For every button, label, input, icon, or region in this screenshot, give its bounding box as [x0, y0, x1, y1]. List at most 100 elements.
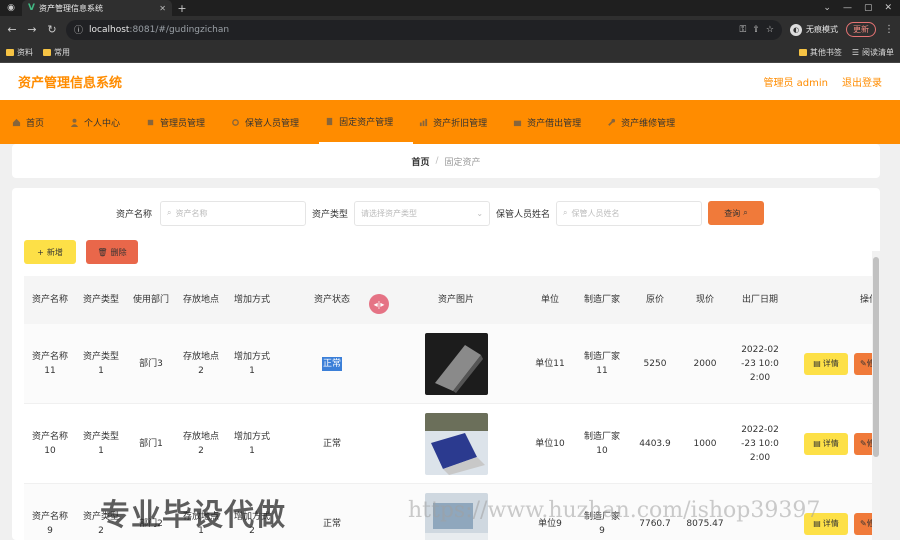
box-icon: [513, 120, 522, 126]
forward-icon[interactable]: →: [26, 23, 38, 36]
cell-place: 存放地点 2: [182, 351, 219, 376]
incognito-indicator[interactable]: ◐ 无痕模式: [790, 23, 838, 36]
add-button[interactable]: + 新增: [24, 240, 76, 264]
edit-icon: ✎: [860, 358, 867, 368]
nav-admin[interactable]: 管理员管理: [140, 100, 225, 144]
keeper-name-label: 保管人员姓名: [496, 209, 551, 220]
detail-button[interactable]: ▤ 详情: [804, 352, 848, 375]
browser-window-icon[interactable]: ◉: [0, 3, 22, 13]
page-scrollbar[interactable]: [872, 251, 880, 540]
close-tab-icon[interactable]: ✕: [159, 4, 166, 13]
row-actions: ▤ 详情 ✎ 修: [790, 432, 880, 455]
table-row[interactable]: 资产名称 11 资产类型 1 部门3 存放地点 2 增加方式 1 正常 单位11 制造厂家 1…: [24, 324, 880, 404]
nav-lending[interactable]: 资产借出管理: [507, 100, 601, 144]
maximize-icon[interactable]: ▢: [864, 3, 873, 13]
reload-icon[interactable]: ↻: [46, 23, 58, 36]
cell-maker: 制造厂家 10: [583, 431, 620, 456]
home-icon: [12, 118, 21, 126]
chevron-down-icon[interactable]: ⌄: [823, 3, 831, 13]
cell-unit: 单位10: [535, 438, 565, 449]
keeper-name-input[interactable]: ⌕ 保管人员姓名: [556, 200, 703, 226]
bookmarks-bar: 资料 常用 其他书签 ☰ 阅读清单: [0, 43, 900, 63]
doc-icon: ▤: [813, 438, 821, 448]
search-form: 资产名称 ⌕ 资产名称 资产类型 请选择资产类型 ⌄ 保管人员姓名 ⌕ 保管人员姓名 …: [12, 200, 880, 226]
column-header: 原价: [645, 295, 664, 305]
url-input[interactable]: ⓘ localhost:8081/#/gudingzichan ⚿ ⇪ ☆: [66, 19, 782, 40]
cell-orig: 5250: [643, 358, 667, 369]
table-row[interactable]: 资产名称 10 资产类型 1 部门1 存放地点 2 增加方式 1 正常 单位10 制造厂家 1…: [24, 404, 880, 484]
incognito-icon: ◐: [790, 23, 802, 36]
assets-panel: 资产名称 ⌕ 资产名称 资产类型 请选择资产类型 ⌄ 保管人员姓名 ⌕ 保管人员姓名 …: [12, 188, 880, 540]
reading-list-icon: ☰: [851, 48, 859, 57]
close-window-icon[interactable]: ✕: [884, 3, 892, 13]
breadcrumb-current: 固定资产: [444, 157, 481, 168]
nav-fixed-assets[interactable]: 固定资产管理: [319, 100, 414, 144]
new-tab-button[interactable]: +: [172, 2, 192, 15]
column-resize-handle[interactable]: ◂|▸: [369, 294, 389, 314]
nav-depreciation[interactable]: 资产折旧管理: [413, 100, 507, 144]
asset-name-label: 资产名称: [116, 209, 153, 220]
wrench-icon: [608, 118, 616, 126]
bookmark-folder-2[interactable]: 常用: [43, 47, 70, 58]
delete-button[interactable]: 🗑 删除: [86, 240, 138, 264]
chevron-down-icon: ⌄: [476, 208, 484, 218]
cell-date: 2022-02 -23 10:0 2:00: [741, 424, 779, 463]
nav-repair[interactable]: 资产维修管理: [601, 100, 695, 144]
asset-name-input[interactable]: ⌕ 资产名称: [160, 200, 307, 226]
key-icon[interactable]: ⚿: [740, 25, 747, 35]
nav-home[interactable]: 首页: [6, 100, 64, 144]
breadcrumb-separator: /: [435, 156, 439, 166]
column-header: 增加方式: [233, 295, 270, 305]
column-header: 使用部门: [132, 295, 169, 305]
user-icon: [70, 118, 79, 127]
folder-icon: [798, 49, 807, 56]
minimize-icon[interactable]: —: [843, 3, 852, 13]
logout-link[interactable]: 退出登录: [842, 74, 882, 89]
cell-dept: 部门1: [139, 438, 163, 449]
nav-profile[interactable]: 个人中心: [64, 100, 140, 144]
table-header: 资产名称 资产类型 使用部门 存放地点 增加方式 资产状态 资产图片 单位 制造厂家 原价 现价 出厂…: [24, 276, 880, 324]
column-header: 存放地点: [182, 295, 219, 305]
cell-type: 资产类型 1: [82, 351, 119, 376]
cell-method: 增加方式 1: [233, 431, 270, 456]
cell-name: 资产名称 11: [31, 351, 68, 376]
detail-button[interactable]: ▤ 详情: [804, 432, 848, 455]
chart-icon: [419, 118, 428, 126]
column-header: 资产类型: [82, 295, 119, 305]
nav-keeper[interactable]: 保管人员管理: [225, 100, 319, 144]
cell-maker: 制造厂家 11: [583, 351, 620, 376]
asset-image: [386, 332, 526, 395]
search-icon: ⌕: [563, 208, 568, 217]
main-content: 首页 / 固定资产 资产名称 ⌕ 资产名称 资产类型 请选择资产类型 ⌄ 保管人员姓…: [12, 144, 880, 540]
bookmark-other[interactable]: 其他书签: [798, 47, 842, 58]
cell-name: 资产名称 10: [31, 431, 68, 456]
top-nav: 首页 个人中心 管理员管理 保管人员管理 固定资产管理 资产折旧管理 资产借出管…: [0, 100, 900, 144]
star-icon[interactable]: ☆: [766, 25, 774, 35]
query-button[interactable]: 查询 ⌕: [708, 201, 765, 225]
asset-status: 正常: [321, 356, 342, 371]
scrollbar-thumb[interactable]: [873, 257, 879, 457]
folder-icon: [6, 49, 14, 56]
cell-unit: 单位11: [535, 358, 565, 369]
asset-type-label: 资产类型: [312, 209, 349, 220]
column-header: 资产名称: [31, 295, 68, 305]
action-row: + 新增 🗑 删除: [24, 240, 138, 264]
reading-list[interactable]: ☰ 阅读清单: [852, 47, 894, 58]
breadcrumb-home[interactable]: 首页: [411, 155, 429, 168]
browser-tab-title: 资产管理信息系统: [38, 3, 103, 13]
watermark-url: https://www.huzhan.com/ishop39397: [408, 498, 821, 523]
browser-tab-active[interactable]: V 资产管理信息系统 ✕: [22, 0, 172, 16]
info-icon[interactable]: ⓘ: [74, 23, 83, 36]
browser-menu-icon[interactable]: ⋮: [884, 24, 894, 35]
cell-name: 资产名称 9: [31, 511, 68, 536]
back-icon[interactable]: ←: [6, 23, 18, 36]
bookmark-folder-1[interactable]: 资料: [6, 47, 33, 58]
column-header: 资产图片: [437, 295, 474, 305]
update-button[interactable]: 更新: [846, 22, 876, 37]
asset-type-select[interactable]: 请选择资产类型 ⌄: [354, 200, 491, 226]
vue-logo-icon: V: [28, 3, 35, 13]
asset-image: [386, 412, 526, 475]
incognito-label: 无痕模式: [806, 25, 838, 34]
share-icon[interactable]: ⇪: [752, 25, 760, 35]
url-path: :8081/#/gudingzichan: [129, 24, 230, 35]
